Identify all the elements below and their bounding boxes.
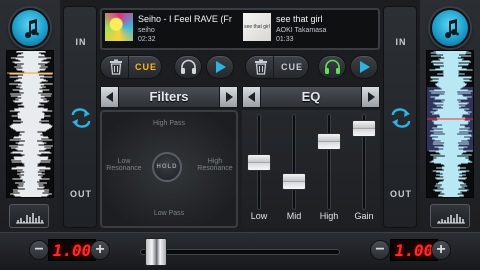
deck-b-io-column: IN OUT bbox=[383, 6, 417, 228]
deck-a-out-label[interactable]: OUT bbox=[64, 189, 98, 199]
deck-b-pitch-up-button[interactable]: + bbox=[431, 240, 451, 260]
eq-mid-slider-handle[interactable] bbox=[282, 173, 306, 191]
high-resonance-line-2: Resonance bbox=[197, 165, 233, 172]
high-resonance-label: High Resonance bbox=[196, 158, 234, 172]
deck-b-headphones-button[interactable] bbox=[318, 55, 346, 79]
trash-icon bbox=[110, 59, 122, 75]
filters-title: Filters bbox=[149, 89, 189, 104]
eq-high-track[interactable] bbox=[327, 114, 331, 210]
eq-mid-label: Mid bbox=[286, 211, 302, 221]
deck-b-waveform[interactable] bbox=[426, 50, 474, 198]
eq-low-slider-handle[interactable] bbox=[247, 154, 271, 171]
deck-b-album-art-text: see that girl bbox=[244, 24, 270, 30]
eq-high-label: High bbox=[319, 211, 339, 221]
eq-low-label: Low bbox=[250, 211, 268, 221]
deck-a-cue-label: CUE bbox=[134, 62, 157, 72]
eq-gain-label: Gain bbox=[354, 211, 374, 221]
headphones-icon bbox=[181, 59, 196, 74]
arrow-left-icon bbox=[248, 92, 255, 102]
music-note-icon bbox=[25, 19, 39, 39]
waveform-icon bbox=[16, 213, 44, 224]
deck-a-cue-group: CUE bbox=[100, 55, 162, 79]
deck-a-column bbox=[0, 0, 60, 232]
deck-a-track-artist: seiho bbox=[138, 27, 155, 34]
deck-a-cue-button[interactable]: CUE bbox=[130, 56, 162, 78]
deck-b-play-button[interactable] bbox=[350, 55, 378, 79]
headphones-icon bbox=[325, 59, 340, 74]
sync-arrows-icon bbox=[71, 108, 91, 128]
deck-a-album-art[interactable] bbox=[105, 13, 133, 41]
arrow-left-icon bbox=[106, 92, 113, 102]
crossfader-handle[interactable] bbox=[145, 238, 167, 266]
eq-sliders: Low Mid High Gain bbox=[242, 110, 380, 228]
deck-b-track-artist: AOKI Takamasa bbox=[276, 27, 327, 34]
music-note-icon bbox=[445, 19, 459, 39]
sync-arrows-icon bbox=[391, 108, 411, 128]
filters-next-button[interactable] bbox=[219, 87, 237, 107]
deck-b-out-label[interactable]: OUT bbox=[384, 189, 418, 199]
eq-prev-button[interactable] bbox=[243, 87, 261, 107]
deck-a-track-time: 02:32 bbox=[138, 36, 156, 43]
filters-header: Filters bbox=[100, 86, 238, 108]
eq-gain-slider-handle[interactable] bbox=[352, 120, 376, 138]
arrow-right-icon bbox=[368, 92, 375, 102]
high-pass-label: High Pass bbox=[153, 120, 185, 127]
eq-high-slider-handle[interactable] bbox=[317, 132, 341, 150]
deck-a-io-column: IN OUT bbox=[63, 6, 97, 228]
deck-a-waveform[interactable] bbox=[6, 50, 54, 198]
deck-a-waveform-zoom-button[interactable] bbox=[9, 204, 49, 228]
deck-a-pitch-down-button[interactable]: − bbox=[29, 240, 49, 260]
low-resonance-line-2: Resonance bbox=[106, 165, 142, 172]
deck-b-in-label[interactable]: IN bbox=[384, 37, 418, 47]
track-info-panel: Seiho - I Feel RAVE (Fr seiho 02:32 see … bbox=[100, 8, 380, 50]
crossfader-track[interactable] bbox=[140, 249, 340, 255]
deck-b-cue-button[interactable]: CUE bbox=[275, 56, 309, 78]
deck-a-waveform-graph bbox=[7, 51, 53, 197]
deck-a-play-button[interactable] bbox=[206, 55, 234, 79]
play-icon bbox=[360, 61, 370, 73]
deck-b-delete-cue-button[interactable] bbox=[248, 56, 274, 78]
eq-header: EQ bbox=[242, 86, 380, 108]
deck-b-album-art[interactable]: see that girl bbox=[243, 13, 271, 41]
filters-prev-button[interactable] bbox=[101, 87, 119, 107]
deck-b-cue-group: CUE bbox=[245, 55, 309, 79]
waveform-icon bbox=[437, 214, 465, 224]
deck-b-waveform-zoom-button[interactable] bbox=[430, 204, 470, 228]
arrow-right-icon bbox=[226, 92, 233, 102]
low-resonance-line-1: Low bbox=[117, 158, 131, 165]
low-pass-label: Low Pass bbox=[153, 210, 185, 217]
trash-icon bbox=[255, 59, 267, 75]
deck-a-sync-button[interactable] bbox=[64, 103, 98, 133]
deck-b-waveform-graph bbox=[427, 51, 473, 197]
deck-a-delete-cue-button[interactable] bbox=[103, 56, 129, 78]
deck-b-logo-button[interactable] bbox=[430, 8, 470, 48]
low-resonance-label: Low Resonance bbox=[106, 158, 142, 172]
deck-a-pitch-up-button[interactable]: + bbox=[90, 240, 110, 260]
eq-mid-track[interactable] bbox=[292, 114, 296, 210]
deck-a-headphones-button[interactable] bbox=[174, 55, 202, 79]
high-resonance-line-1: High bbox=[207, 158, 223, 165]
deck-a-track-title[interactable]: Seiho - I Feel RAVE (Fr bbox=[138, 14, 238, 24]
deck-b-pitch-down-button[interactable]: − bbox=[370, 240, 390, 260]
filter-xy-pad[interactable]: High Pass Low Resonance High Resonance H… bbox=[100, 110, 238, 228]
deck-b-track-time: 01:33 bbox=[276, 36, 294, 43]
deck-a-in-label[interactable]: IN bbox=[64, 37, 98, 47]
deck-a-pitch-display[interactable]: 1.00 bbox=[48, 239, 96, 261]
deck-a-logo-button[interactable] bbox=[10, 8, 50, 48]
hold-button[interactable]: HOLD bbox=[152, 152, 182, 182]
deck-b-sync-button[interactable] bbox=[384, 103, 418, 133]
deck-b-cue-label: CUE bbox=[280, 62, 303, 72]
play-icon bbox=[216, 61, 226, 73]
eq-next-button[interactable] bbox=[361, 87, 379, 107]
deck-b-column bbox=[420, 0, 480, 232]
deck-b-track-title[interactable]: see that girl bbox=[276, 14, 376, 24]
eq-title: EQ bbox=[301, 89, 321, 104]
